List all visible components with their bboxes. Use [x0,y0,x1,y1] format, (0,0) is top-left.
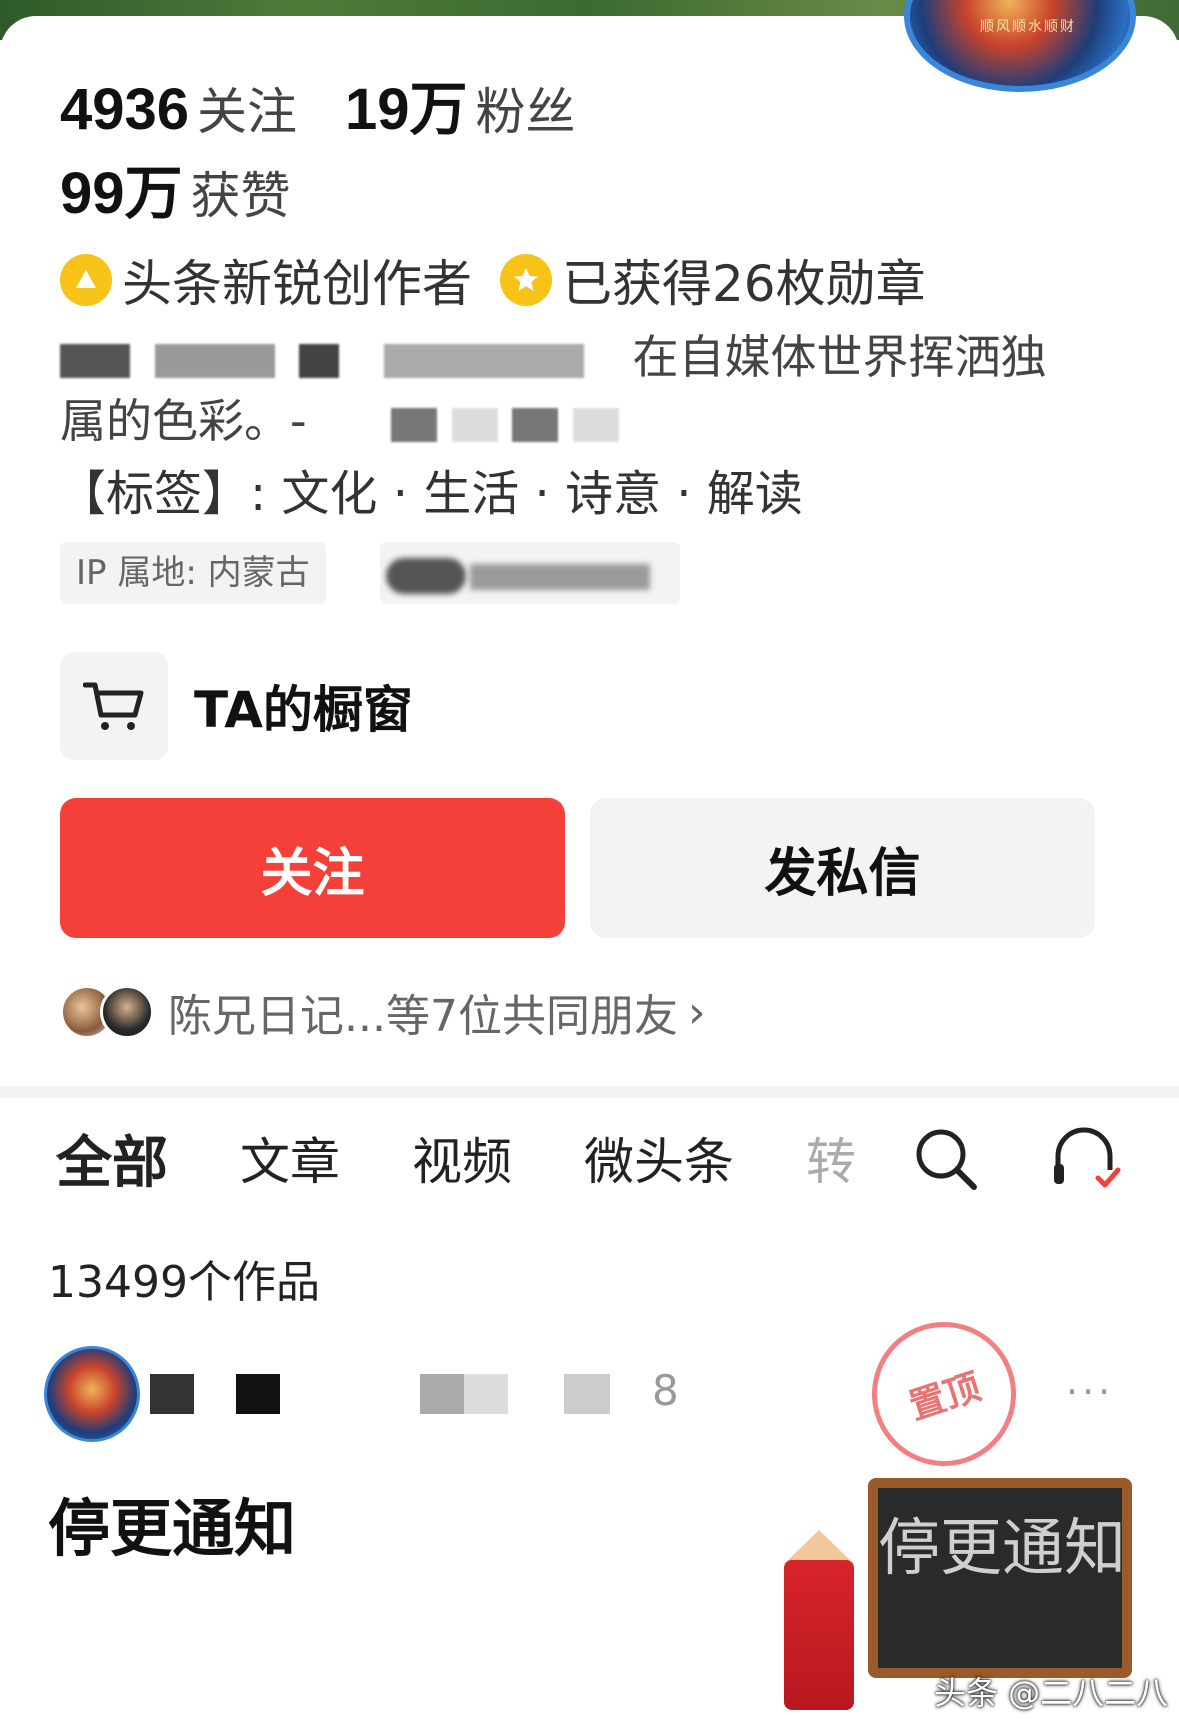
redacted-text [470,564,650,590]
post-meta: 8 [652,1366,679,1415]
post-author-name-redacted[interactable] [150,1366,680,1422]
redacted-text [154,343,275,378]
redacted-text [420,1374,464,1414]
works-count: 13499个作品 [48,1257,320,1308]
redacted-text [299,343,340,378]
bio-tags: 【标签】: 文化 · 生活 · 诗意 · 解读 [58,466,803,522]
likes-count: 99万 [60,161,183,226]
fans-label[interactable]: 粉丝 [476,72,576,144]
chevron-right-icon: › [687,986,706,1038]
tab-micro-posts[interactable]: 微头条 [584,1122,734,1194]
redacted-text [60,343,130,378]
bio-text: 属的色彩。- [60,394,307,448]
fans-count[interactable]: 19万 [345,62,468,146]
creator-badge-label[interactable]: 头条新锐创作者 [122,244,472,316]
follow-button[interactable]: 关注 [60,798,565,938]
badges-row: 头条新锐创作者 已获得26枚勋章 [60,244,954,316]
pencil-illustration [784,1530,854,1564]
redacted-text [236,1374,280,1414]
post-thumbnail[interactable]: 停更通知 [868,1478,1132,1678]
tab-articles[interactable]: 文章 [240,1122,340,1194]
content-tabs: 全部 文章 视频 微头条 转 [56,1118,856,1198]
watermark: 头条 @二八二八 [934,1674,1169,1712]
avatar-text: 顺风顺水顺财 [980,19,1076,35]
ip-location-chip: IP 属地: 内蒙古 [60,542,326,604]
tab-videos[interactable]: 视频 [412,1122,512,1194]
redacted-text [383,343,584,378]
more-options-icon[interactable]: ··· [1066,1370,1114,1414]
redacted-text [512,407,559,442]
tab-all[interactable]: 全部 [56,1118,168,1199]
likes-label: 获赞 [190,167,291,225]
shop-window-label: TA的橱窗 [194,681,413,739]
tab-reposts[interactable]: 转 [806,1122,856,1194]
bio-text: 在自媒体世界挥洒独 [632,330,1047,384]
redacted-text [386,558,466,594]
redacted-chip [380,542,680,604]
creator-badge-icon [60,254,112,306]
search-icon[interactable] [910,1118,982,1198]
shop-window-entry[interactable]: TA的橱窗 [60,652,413,760]
headphones-icon[interactable] [1048,1118,1124,1198]
medal-label[interactable]: 已获得26枚勋章 [562,244,926,316]
stats-row: 4936 关注 19万 粉丝 [60,62,624,142]
chalkboard-text: 停更通知 [878,1488,1122,1668]
redacted-text [564,1374,610,1414]
following-count[interactable]: 4936 [60,76,189,143]
redacted-text [573,407,620,442]
post-author-avatar[interactable] [44,1346,140,1442]
likes-row: 99万 获赞 [60,146,339,226]
message-button[interactable]: 发私信 [590,798,1095,938]
mutual-friends-text: 陈兄日记...等7位共同朋友 [168,991,678,1042]
redacted-text [464,1374,508,1414]
mutual-friends[interactable]: 陈兄日记...等7位共同朋友 › [60,980,706,1044]
redacted-text [451,407,498,442]
medal-icon [500,254,552,306]
pencil-illustration [784,1560,854,1710]
bio-line-2: 属的色彩。- [60,390,1080,452]
cart-icon [60,652,168,760]
friend-avatar [100,985,154,1039]
redacted-text [150,1374,194,1414]
bio-line-1: 在自媒体世界挥洒独 [60,326,1080,388]
following-label[interactable]: 关注 [197,72,297,144]
post-title[interactable]: 停更通知 [48,1478,296,1568]
section-divider [0,1086,1179,1098]
redacted-text [391,407,438,442]
